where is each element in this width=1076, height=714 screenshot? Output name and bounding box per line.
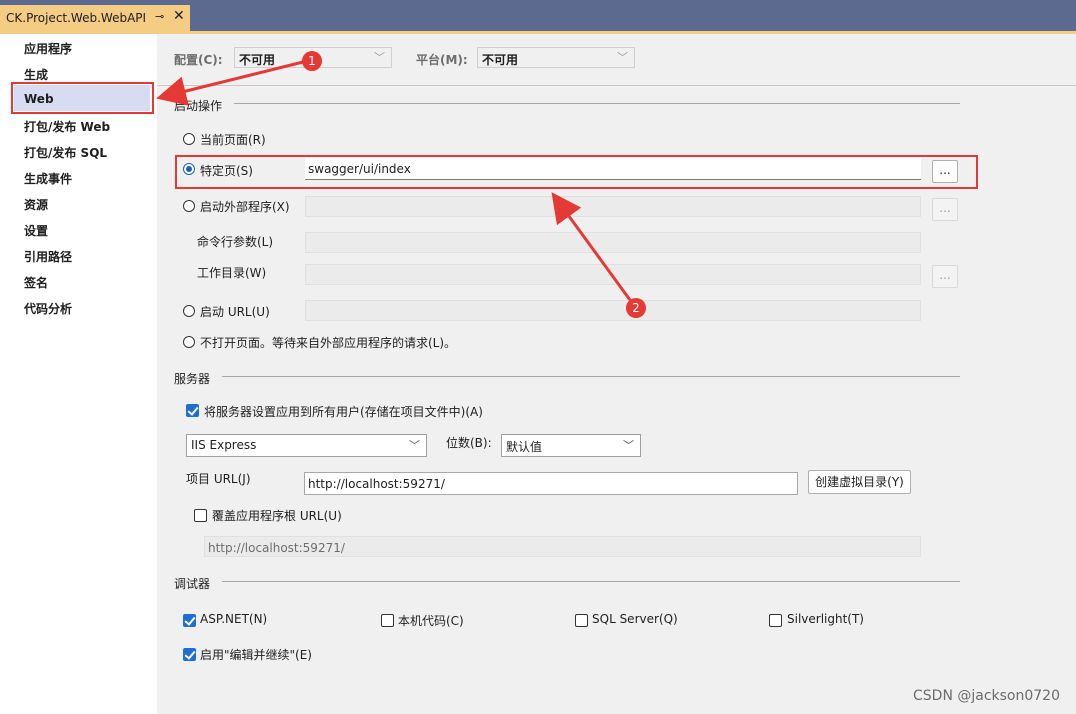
config-label: 配置(C): [174, 53, 223, 67]
config-value: 不可用 [239, 53, 276, 67]
dont-open-radio[interactable] [183, 336, 195, 348]
nav-item-settings[interactable]: 设置 [24, 222, 48, 239]
close-icon[interactable]: ✕ [173, 8, 185, 24]
nav-item-package-web[interactable]: 打包/发布 Web [24, 118, 110, 135]
edit-continue-label: 启用"编辑并继续"(E) [200, 648, 312, 662]
create-virtual-directory-button[interactable]: 创建虚拟目录(Y) [808, 470, 911, 494]
current-page-radio[interactable] [183, 133, 195, 145]
platform-label: 平台(M): [416, 53, 468, 67]
external-program-radio[interactable] [183, 200, 195, 212]
external-program-input[interactable] [305, 196, 921, 217]
bitness-label: 位数(B): [446, 436, 492, 450]
external-program-label: 启动外部程序(X) [200, 200, 290, 214]
override-root-input[interactable]: http://localhost:59271/ [204, 536, 921, 557]
bitness-value: 默认值 [506, 440, 543, 454]
cmd-args-label: 命令行参数(L) [197, 235, 274, 249]
document-tab[interactable]: CK.Project.Web.WebAPI ⊸ ✕ [0, 5, 190, 31]
annotation-highlight-specific-page [175, 155, 978, 189]
pin-icon[interactable]: ⊸ [155, 10, 164, 23]
project-url-input[interactable]: http://localhost:59271/ [304, 472, 798, 495]
project-url-value: http://localhost:59271/ [308, 477, 445, 491]
watermark: CSDN @jackson0720 [913, 688, 1060, 704]
working-dir-label: 工作目录(W) [197, 266, 267, 280]
nav-item-application[interactable]: 应用程序 [24, 40, 72, 57]
chevron-down-icon: ﹀ [617, 51, 628, 64]
browse-button[interactable]: ... [932, 198, 958, 221]
sql-server-label: SQL Server(Q) [592, 612, 678, 626]
edit-continue-checkbox[interactable] [183, 648, 196, 661]
nav-item-build[interactable]: 生成 [24, 66, 48, 83]
section-divider [222, 376, 960, 377]
dont-open-label: 不打开页面。等待来自外部应用程序的请求(L)。 [200, 336, 457, 350]
server-value: IIS Express [191, 438, 257, 452]
chevron-down-icon: ﹀ [409, 439, 420, 452]
silverlight-checkbox[interactable] [769, 614, 782, 627]
server-select[interactable]: IIS Express ﹀ [186, 434, 427, 457]
browse-button[interactable]: ... [932, 265, 958, 288]
working-dir-input[interactable] [305, 264, 921, 285]
native-code-label: 本机代码(C) [398, 614, 464, 628]
sql-server-checkbox[interactable] [575, 614, 588, 627]
apply-all-users-label: 将服务器设置应用到所有用户(存储在项目文件中)(A) [204, 405, 483, 419]
current-page-label: 当前页面(R) [200, 133, 266, 147]
nav-item-package-sql[interactable]: 打包/发布 SQL [24, 144, 107, 161]
silverlight-label: Silverlight(T) [787, 612, 864, 626]
section-divider [222, 581, 960, 582]
project-url-label: 项目 URL(J) [186, 472, 251, 486]
aspnet-checkbox[interactable] [183, 614, 196, 627]
nav-item-code-analysis[interactable]: 代码分析 [24, 300, 72, 317]
chevron-down-icon: ﹀ [374, 51, 385, 64]
header-divider [157, 85, 1076, 86]
nav-item-signing[interactable]: 签名 [24, 274, 48, 291]
nav-item-build-events[interactable]: 生成事件 [24, 170, 72, 187]
override-root-checkbox[interactable] [194, 509, 207, 522]
property-page-nav [0, 34, 157, 714]
cmd-args-input[interactable] [305, 232, 921, 253]
annotation-highlight-web [11, 82, 154, 114]
document-tab-title: CK.Project.Web.WebAPI [6, 11, 147, 25]
start-url-radio[interactable] [183, 305, 195, 317]
section-divider [234, 103, 960, 104]
debuggers-title: 调试器 [174, 577, 211, 591]
start-url-input[interactable] [305, 300, 921, 321]
override-root-value: http://localhost:59271/ [208, 541, 345, 555]
servers-title: 服务器 [174, 372, 211, 386]
nav-item-resources[interactable]: 资源 [24, 196, 48, 213]
annotation-badge-1: 1 [302, 51, 322, 71]
start-url-label: 启动 URL(U) [200, 305, 270, 319]
native-code-checkbox[interactable] [381, 614, 394, 627]
chevron-down-icon: ﹀ [623, 439, 634, 452]
apply-all-users-checkbox[interactable] [186, 404, 199, 417]
aspnet-label: ASP.NET(N) [200, 612, 268, 626]
nav-item-reference-paths[interactable]: 引用路径 [24, 248, 72, 265]
annotation-badge-2: 2 [626, 298, 646, 318]
override-root-label: 覆盖应用程序根 URL(U) [212, 509, 342, 523]
start-action-title: 启动操作 [174, 99, 223, 113]
platform-value: 不可用 [482, 53, 519, 67]
platform-select[interactable]: 不可用 ﹀ [477, 47, 635, 68]
bitness-select[interactable]: 默认值 ﹀ [501, 434, 641, 457]
